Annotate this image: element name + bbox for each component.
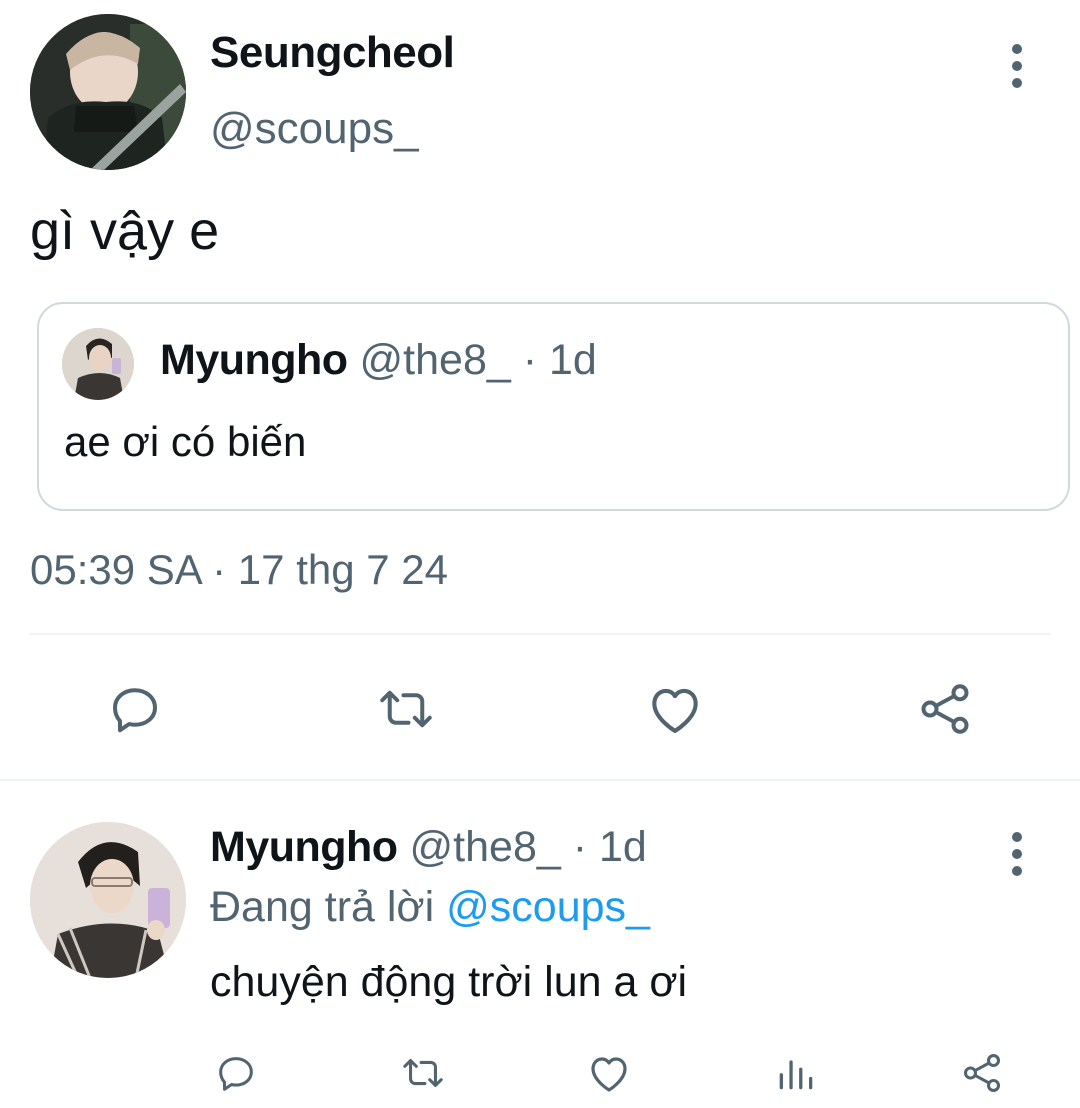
views-icon bbox=[779, 1060, 813, 1090]
avatar-seungcheol[interactable] bbox=[30, 14, 186, 170]
reply-text: chuyện động trời lun a ơi bbox=[210, 958, 688, 1006]
more-options-icon[interactable] bbox=[1010, 44, 1024, 88]
reply-display-name[interactable]: Myungho bbox=[210, 823, 398, 871]
like-button[interactable] bbox=[640, 676, 710, 742]
reply-icon bbox=[219, 1057, 253, 1091]
replying-prefix: Đang trả lời bbox=[210, 883, 447, 931]
like-button[interactable] bbox=[584, 1048, 634, 1098]
quoted-text: ae ơi có biến bbox=[64, 418, 307, 465]
retweet-icon bbox=[403, 1059, 443, 1087]
retweet-button[interactable] bbox=[368, 676, 444, 742]
quoted-tweet-card[interactable] bbox=[37, 302, 1070, 511]
views-button[interactable] bbox=[772, 1048, 820, 1098]
reply-time[interactable]: · 1d bbox=[561, 823, 647, 871]
avatar-myungho[interactable] bbox=[30, 822, 186, 978]
share-icon bbox=[963, 1054, 1001, 1092]
share-button[interactable] bbox=[910, 676, 980, 742]
share-icon bbox=[921, 684, 969, 734]
retweet-button[interactable] bbox=[396, 1048, 450, 1098]
divider bbox=[0, 779, 1080, 781]
share-button[interactable] bbox=[958, 1048, 1006, 1098]
reply-handle[interactable]: @the8_ bbox=[410, 823, 561, 871]
reply-button[interactable] bbox=[212, 1048, 260, 1098]
replying-to: Đang trả lời @scoups_ bbox=[210, 883, 650, 932]
author-handle[interactable]: @scoups_ bbox=[210, 104, 419, 154]
author-display-name[interactable]: Seungcheol bbox=[210, 28, 455, 78]
like-icon bbox=[591, 1057, 627, 1092]
retweet-icon bbox=[380, 690, 432, 728]
more-options-icon[interactable] bbox=[1010, 832, 1024, 876]
quoted-avatar bbox=[62, 328, 134, 400]
replying-mention-link[interactable]: @scoups_ bbox=[446, 883, 650, 931]
reply-icon bbox=[113, 688, 157, 733]
like-icon bbox=[652, 688, 698, 734]
quoted-display-name: Myungho bbox=[160, 336, 348, 384]
tweet-text: gì vậy e bbox=[30, 201, 220, 261]
quoted-time: · 1d bbox=[510, 336, 597, 384]
divider bbox=[30, 633, 1050, 635]
quoted-header: Myungho @the8_ · 1d bbox=[160, 336, 597, 385]
reply-header: Myungho @the8_ · 1d bbox=[210, 823, 647, 872]
tweet-timestamp[interactable]: 05:39 SA · 17 thg 7 24 bbox=[30, 546, 448, 594]
reply-button[interactable] bbox=[100, 676, 170, 742]
quoted-handle: @the8_ bbox=[359, 336, 511, 384]
